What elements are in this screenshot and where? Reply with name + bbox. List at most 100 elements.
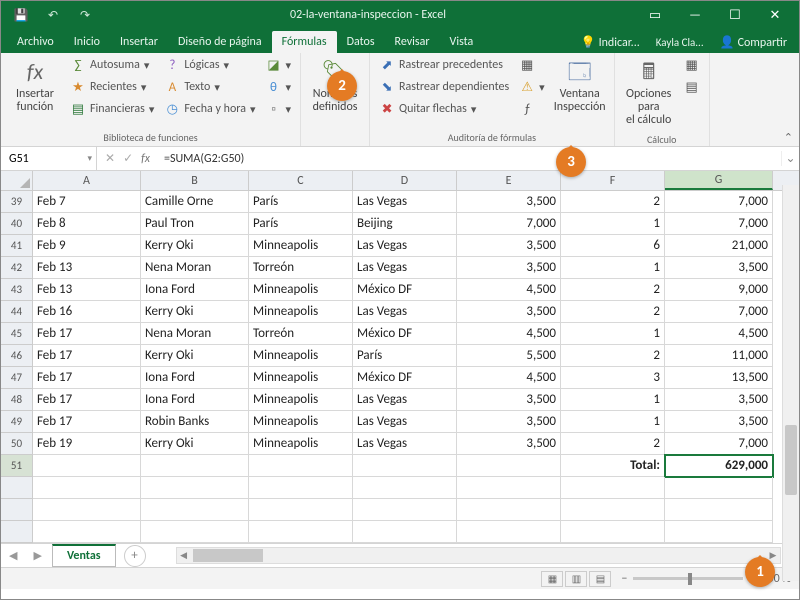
sheet-nav-next-icon[interactable]: ▶ bbox=[25, 549, 49, 562]
row-header[interactable] bbox=[1, 521, 33, 543]
cell[interactable]: Torreón bbox=[249, 257, 353, 279]
cell[interactable]: 1 bbox=[561, 323, 665, 345]
sheet-nav-prev-icon[interactable]: ◀ bbox=[1, 549, 25, 562]
hscroll-thumb[interactable] bbox=[193, 549, 263, 562]
tab-diseno[interactable]: Diseño de página bbox=[168, 31, 272, 53]
cell[interactable]: 7,000 bbox=[665, 433, 773, 455]
cell[interactable]: Feb 19 bbox=[33, 433, 141, 455]
tab-formulas[interactable]: Fórmulas bbox=[272, 31, 337, 53]
cell[interactable]: 11,000 bbox=[665, 345, 773, 367]
cell[interactable] bbox=[665, 521, 773, 543]
cell[interactable]: Minneapolis bbox=[249, 301, 353, 323]
cell[interactable]: Las Vegas bbox=[353, 191, 457, 213]
cell[interactable]: México DF bbox=[353, 279, 457, 301]
cell[interactable]: Minneapolis bbox=[249, 433, 353, 455]
horizontal-scrollbar[interactable]: ◀ ▶ bbox=[176, 547, 781, 564]
cell[interactable]: Feb 17 bbox=[33, 389, 141, 411]
row-header[interactable] bbox=[1, 499, 33, 521]
cell[interactable]: 2 bbox=[561, 301, 665, 323]
expand-formula-icon[interactable]: ⌄ bbox=[781, 151, 799, 166]
cell[interactable]: 4,500 bbox=[457, 279, 561, 301]
scroll-thumb[interactable] bbox=[785, 425, 797, 495]
cell[interactable] bbox=[33, 477, 141, 499]
cell[interactable]: Feb 7 bbox=[33, 191, 141, 213]
cell[interactable] bbox=[141, 499, 249, 521]
cell[interactable]: Nena Moran bbox=[141, 257, 249, 279]
zoom-out-button[interactable]: − bbox=[621, 572, 627, 586]
fx-bar-icon[interactable]: fx bbox=[141, 152, 150, 166]
cell[interactable]: Torreón bbox=[249, 323, 353, 345]
formula-input[interactable]: =SUMA(G2:G50) bbox=[158, 152, 781, 166]
math-button[interactable]: θ▾ bbox=[263, 77, 295, 97]
accept-formula-icon[interactable]: ✓ bbox=[123, 151, 133, 166]
cell[interactable]: 13,500 bbox=[665, 367, 773, 389]
cell[interactable]: 3,500 bbox=[665, 389, 773, 411]
cell[interactable]: Las Vegas bbox=[353, 235, 457, 257]
cell[interactable] bbox=[665, 499, 773, 521]
cell[interactable]: Iona Ford bbox=[141, 279, 249, 301]
trace-dependents-button[interactable]: ⬊Rastrear dependientes bbox=[376, 77, 512, 97]
cell[interactable]: 1 bbox=[561, 213, 665, 235]
row-header[interactable]: 50 bbox=[1, 433, 33, 455]
cell[interactable] bbox=[141, 521, 249, 543]
cell[interactable]: 7,000 bbox=[665, 191, 773, 213]
sheet-tab-ventas[interactable]: Ventas bbox=[52, 544, 116, 567]
cancel-formula-icon[interactable]: ✕ bbox=[105, 151, 115, 166]
financial-button[interactable]: ▤Financieras ▾ bbox=[67, 99, 157, 119]
cell[interactable] bbox=[33, 499, 141, 521]
cell[interactable]: Feb 17 bbox=[33, 411, 141, 433]
cell[interactable] bbox=[665, 477, 773, 499]
cell[interactable]: Kerry Oki bbox=[141, 433, 249, 455]
cell[interactable]: Feb 17 bbox=[33, 367, 141, 389]
name-box[interactable]: G51 bbox=[1, 147, 97, 170]
account-user[interactable]: Kayla Cla... bbox=[650, 33, 710, 52]
row-header[interactable]: 41 bbox=[1, 235, 33, 257]
cell[interactable]: 3 bbox=[561, 367, 665, 389]
cell[interactable]: Kerry Oki bbox=[141, 345, 249, 367]
row-header[interactable]: 48 bbox=[1, 389, 33, 411]
cell[interactable] bbox=[141, 455, 249, 477]
cell[interactable]: Las Vegas bbox=[353, 257, 457, 279]
row-header[interactable]: 45 bbox=[1, 323, 33, 345]
cell[interactable] bbox=[33, 455, 141, 477]
cell[interactable]: 4,500 bbox=[457, 323, 561, 345]
show-formulas-button[interactable]: ▦ bbox=[516, 55, 548, 75]
evaluate-button[interactable]: ƒ bbox=[516, 99, 548, 119]
cell[interactable]: Feb 13 bbox=[33, 257, 141, 279]
row-header[interactable]: 44 bbox=[1, 301, 33, 323]
cell[interactable]: Kerry Oki bbox=[141, 301, 249, 323]
watch-window-button[interactable]: 🗔 Ventana Inspección bbox=[552, 55, 608, 117]
date-button[interactable]: ◷Fecha y hora ▾ bbox=[161, 99, 258, 119]
cell[interactable]: Minneapolis bbox=[249, 235, 353, 257]
cell[interactable]: Feb 17 bbox=[33, 345, 141, 367]
select-all-corner[interactable] bbox=[1, 171, 33, 191]
row-header[interactable]: 42 bbox=[1, 257, 33, 279]
cell[interactable]: 7,000 bbox=[665, 301, 773, 323]
col-header-a[interactable]: A bbox=[33, 171, 141, 190]
more-button[interactable]: ▫▾ bbox=[263, 99, 295, 119]
error-check-button[interactable]: ⚠▾ bbox=[516, 77, 548, 97]
cell[interactable]: Las Vegas bbox=[353, 389, 457, 411]
row-header[interactable]: 43 bbox=[1, 279, 33, 301]
cell[interactable]: Nena Moran bbox=[141, 323, 249, 345]
cell[interactable]: París bbox=[249, 213, 353, 235]
cell[interactable]: Beijing bbox=[353, 213, 457, 235]
cell[interactable]: Feb 8 bbox=[33, 213, 141, 235]
cell[interactable]: Paul Tron bbox=[141, 213, 249, 235]
cell[interactable]: México DF bbox=[353, 323, 457, 345]
vertical-scrollbar[interactable] bbox=[782, 185, 799, 581]
cell[interactable]: Minneapolis bbox=[249, 367, 353, 389]
total-label[interactable]: Total: bbox=[561, 455, 665, 477]
calc-options-button[interactable]: 🖩 Opciones para el cálculo bbox=[621, 55, 677, 131]
cell[interactable]: 3,500 bbox=[457, 235, 561, 257]
tab-insertar[interactable]: Insertar bbox=[110, 31, 168, 53]
cell[interactable]: 3,500 bbox=[665, 411, 773, 433]
share-button[interactable]: 👤Compartir bbox=[714, 32, 793, 53]
save-icon[interactable]: 💾 bbox=[5, 1, 37, 29]
col-header-e[interactable]: E bbox=[457, 171, 561, 190]
cell[interactable]: 4,500 bbox=[665, 323, 773, 345]
hscroll-left-icon[interactable]: ◀ bbox=[177, 548, 191, 563]
tab-inicio[interactable]: Inicio bbox=[64, 31, 110, 53]
cell[interactable]: 6 bbox=[561, 235, 665, 257]
cell[interactable] bbox=[561, 477, 665, 499]
